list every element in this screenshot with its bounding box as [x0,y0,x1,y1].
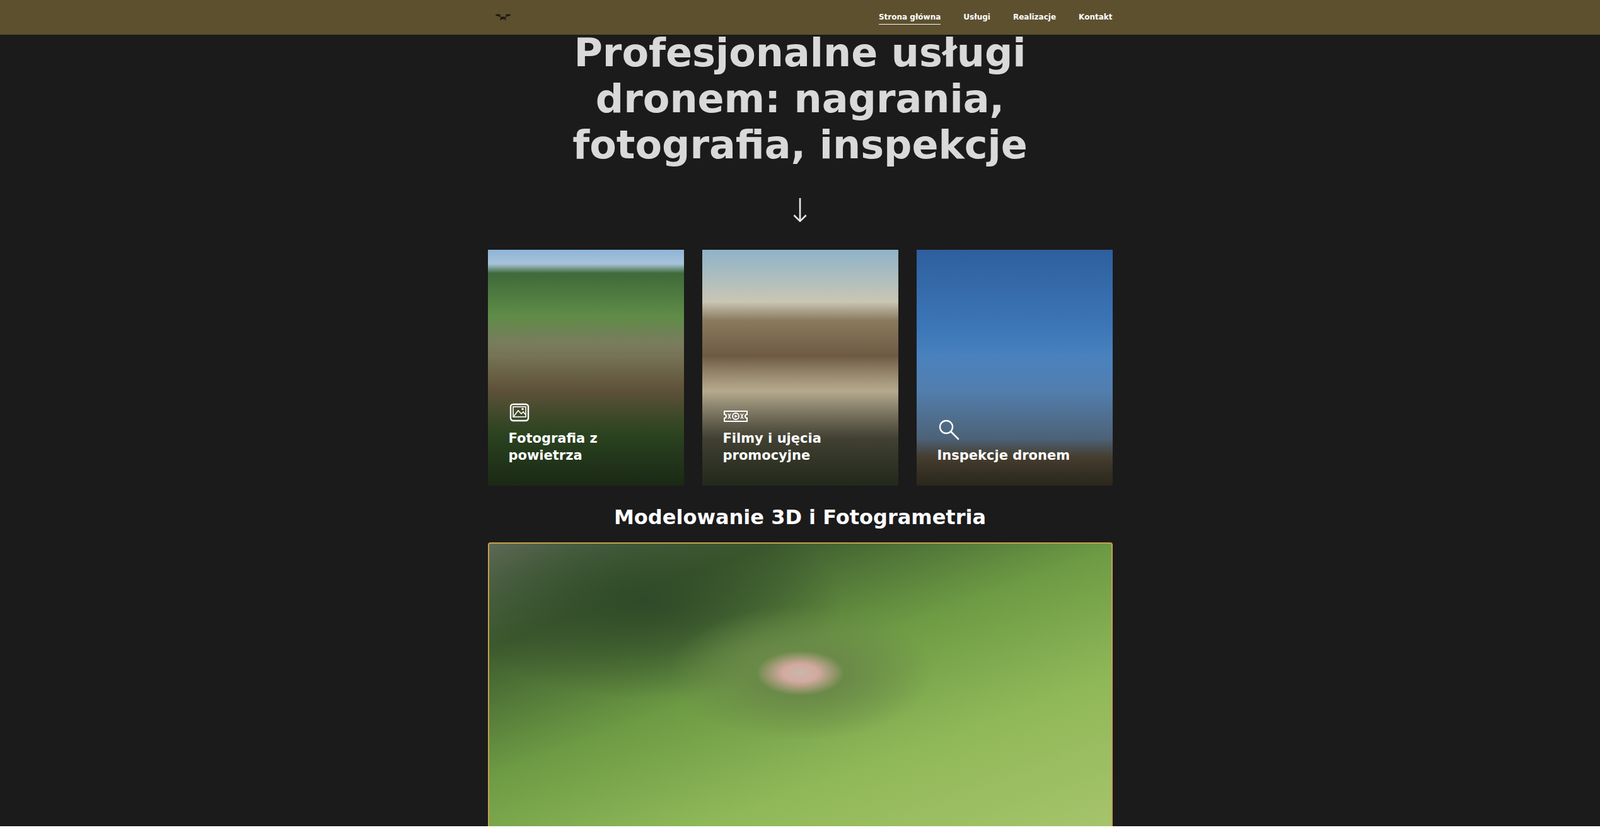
service-card[interactable]: Filmy i ujęcia promocyjne [702,249,899,486]
nav-links: Strona główna Usługi Realizacje Kontakt [878,10,1113,25]
hero-title: Profesjonalne usługidronem: nagrania,fot… [572,29,1028,168]
section-title: Modelowanie 3D i Fotogrametria [614,504,986,530]
service-card[interactable]: Fotografia z powietrza [487,249,685,486]
video-ticket-icon [723,408,749,424]
main-content: Profesjonalne usługidronem: nagrania,fot… [487,34,1113,826]
nav-bar: Strona główna Usługi Realizacje Kontakt [0,0,1600,35]
scroll-arrow[interactable]: ↓ [786,191,814,230]
magnifier-icon [937,417,961,441]
picture-icon [508,400,532,424]
nav-link[interactable]: Strona główna [878,10,941,25]
page: Strona główna Usługi Realizacje Kontakt Prof… [0,0,1600,826]
3d-model-viewer[interactable] [487,542,1113,826]
card-title: Filmy i ujęcia promocyjne [723,429,882,464]
card-title: Fotografia z powietrza [508,429,668,464]
service-card[interactable]: Inspekcje dronem [916,249,1113,486]
nav-link[interactable]: Usługi [963,10,991,25]
nav-link[interactable]: Kontakt [1078,10,1113,25]
service-cards: Fotografia z powietrza Filmy i ujęcia pro… [487,249,1113,486]
card-title: Inspekcje dronem [937,446,1097,464]
nav-link[interactable]: Realizacje [1013,10,1056,25]
drone-logo-icon[interactable] [495,13,511,23]
